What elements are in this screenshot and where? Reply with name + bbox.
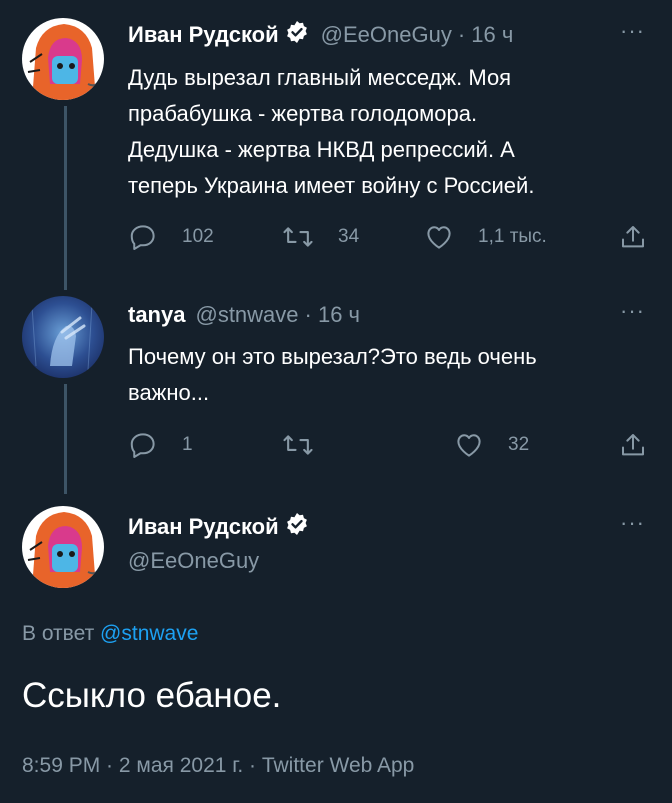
tweet-text-line: теперь Украина имеет войну с Россией. bbox=[128, 173, 535, 198]
retweet-icon bbox=[283, 227, 313, 247]
like-icon bbox=[427, 226, 451, 249]
reply-prefix: В ответ bbox=[22, 622, 95, 645]
tweet-text-line: Дедушка - жертва НКВД репрессий. А bbox=[128, 137, 515, 162]
tweet-text: Дудь вырезал главный месседж. Моя прабаб… bbox=[128, 60, 534, 204]
more-icon[interactable]: ··· bbox=[620, 298, 645, 324]
retweet-icon bbox=[283, 435, 313, 455]
tweet-text: Почему он это вырезал?Это ведь очень важ… bbox=[128, 339, 537, 411]
reply-button[interactable]: 102 bbox=[128, 222, 214, 252]
reply-to-link[interactable]: @stnwave bbox=[100, 622, 198, 645]
author-name[interactable]: tanya bbox=[128, 302, 185, 328]
thread-line bbox=[64, 106, 67, 290]
share-icon bbox=[622, 226, 644, 248]
retweet-button[interactable] bbox=[282, 430, 338, 460]
tweet-time[interactable]: · 16 ч bbox=[458, 22, 513, 48]
tweet-text-line: прабабушка - жертва голодомора. bbox=[128, 101, 478, 126]
like-count: 1,1 тыс. bbox=[478, 226, 547, 247]
verified-icon bbox=[285, 20, 309, 49]
tweet-text-line: Дудь вырезал главный месседж. Моя bbox=[128, 65, 512, 90]
reply-count: 1 bbox=[182, 434, 193, 455]
reply-icon bbox=[130, 433, 155, 458]
retweet-button[interactable]: 34 bbox=[282, 222, 359, 252]
tweet-meta[interactable]: 8:59 PM · 2 мая 2021 г. · Twitter Web Ap… bbox=[22, 754, 414, 778]
like-count: 32 bbox=[508, 434, 530, 455]
tweet-text: Ссыкло ебаное. bbox=[22, 676, 282, 715]
author-handle[interactable]: @stnwave bbox=[195, 302, 298, 328]
reply-button[interactable]: 1 bbox=[128, 430, 193, 460]
reply-context: В ответ @stnwave bbox=[22, 622, 198, 646]
author-handle[interactable]: @EeOneGuy bbox=[128, 548, 259, 574]
reply-count: 102 bbox=[182, 226, 214, 247]
author-handle[interactable]: @EeOneGuy bbox=[321, 22, 452, 48]
more-icon[interactable]: ··· bbox=[620, 18, 645, 44]
share-button[interactable] bbox=[618, 222, 648, 252]
avatar[interactable] bbox=[22, 506, 104, 588]
share-icon bbox=[622, 434, 644, 456]
tweet-text-line: Почему он это вырезал?Это ведь очень bbox=[128, 344, 537, 369]
like-button[interactable]: 32 bbox=[454, 430, 529, 460]
reply-icon bbox=[130, 225, 155, 250]
verified-icon bbox=[285, 512, 309, 541]
share-button[interactable] bbox=[618, 430, 648, 460]
avatar[interactable] bbox=[22, 18, 104, 100]
like-button[interactable]: 1,1 тыс. bbox=[424, 222, 547, 252]
retweet-count: 34 bbox=[338, 226, 360, 247]
like-icon bbox=[457, 434, 481, 457]
more-icon[interactable]: ··· bbox=[620, 510, 645, 536]
author-name[interactable]: Иван Рудской bbox=[128, 22, 279, 48]
avatar[interactable] bbox=[22, 296, 104, 378]
tweet-time[interactable]: · 16 ч bbox=[305, 302, 360, 328]
author-name[interactable]: Иван Рудской bbox=[128, 514, 279, 540]
thread-line bbox=[64, 384, 67, 494]
tweet-text-line: важно... bbox=[128, 380, 210, 405]
